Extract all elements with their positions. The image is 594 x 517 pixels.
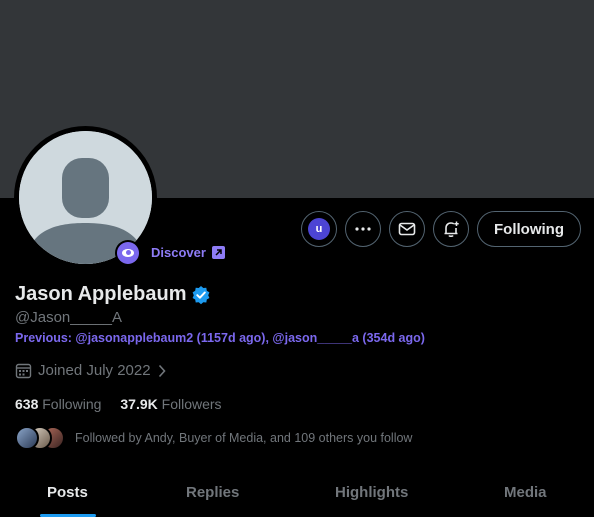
followed-by-text: Followed by Andy, Buyer of Media, and 10… [75, 431, 413, 445]
discover-link[interactable]: Discover [151, 245, 225, 260]
joined-label: Joined July 2022 [38, 362, 151, 379]
profile-name-row: Jason Applebaum [15, 283, 211, 306]
tab-replies[interactable]: Replies [186, 484, 239, 501]
more-options-button[interactable] [345, 211, 381, 247]
tab-posts[interactable]: Posts [47, 484, 88, 501]
calendar-icon [15, 363, 32, 379]
external-link-icon [211, 246, 225, 259]
following-stat[interactable]: 638 Following [15, 396, 101, 412]
extension-u-button[interactable]: u [301, 211, 337, 247]
mutual-avatar [15, 426, 39, 450]
u-badge-icon: u [308, 218, 330, 240]
profile-name: Jason Applebaum [15, 283, 187, 305]
profile-actions: u [301, 211, 469, 247]
following-count: 638 [15, 396, 39, 412]
tab-highlights[interactable]: Highlights [335, 484, 408, 501]
tab-media[interactable]: Media [504, 484, 547, 501]
followed-by[interactable]: Followed by Andy, Buyer of Media, and 10… [15, 426, 412, 450]
message-button[interactable] [389, 211, 425, 247]
discover-label: Discover [151, 245, 206, 260]
profile-tabs: Posts Replies Highlights Media [0, 470, 594, 517]
envelope-icon [398, 222, 416, 236]
followers-count: 37.9K [120, 396, 158, 412]
following-button[interactable]: Following [477, 211, 581, 247]
notifications-button[interactable] [433, 211, 469, 247]
previous-handles[interactable]: Previous: @jasonapplebaum2 (1157d ago), … [15, 331, 425, 345]
mutual-avatars [15, 426, 65, 450]
joined-date[interactable]: Joined July 2022 [15, 362, 167, 379]
profile-handle: @Jason_____A [15, 309, 122, 326]
followers-stat[interactable]: 37.9K Followers [120, 396, 221, 412]
discover-eye-icon[interactable] [115, 240, 141, 266]
follow-stats: 638 Following 37.9K Followers [15, 396, 222, 412]
more-horizontal-icon [355, 227, 371, 231]
bell-plus-icon [444, 221, 459, 237]
verified-badge-icon[interactable] [191, 285, 211, 305]
following-label: Following [42, 396, 102, 412]
followers-label: Followers [161, 396, 222, 412]
chevron-right-icon [158, 364, 166, 377]
